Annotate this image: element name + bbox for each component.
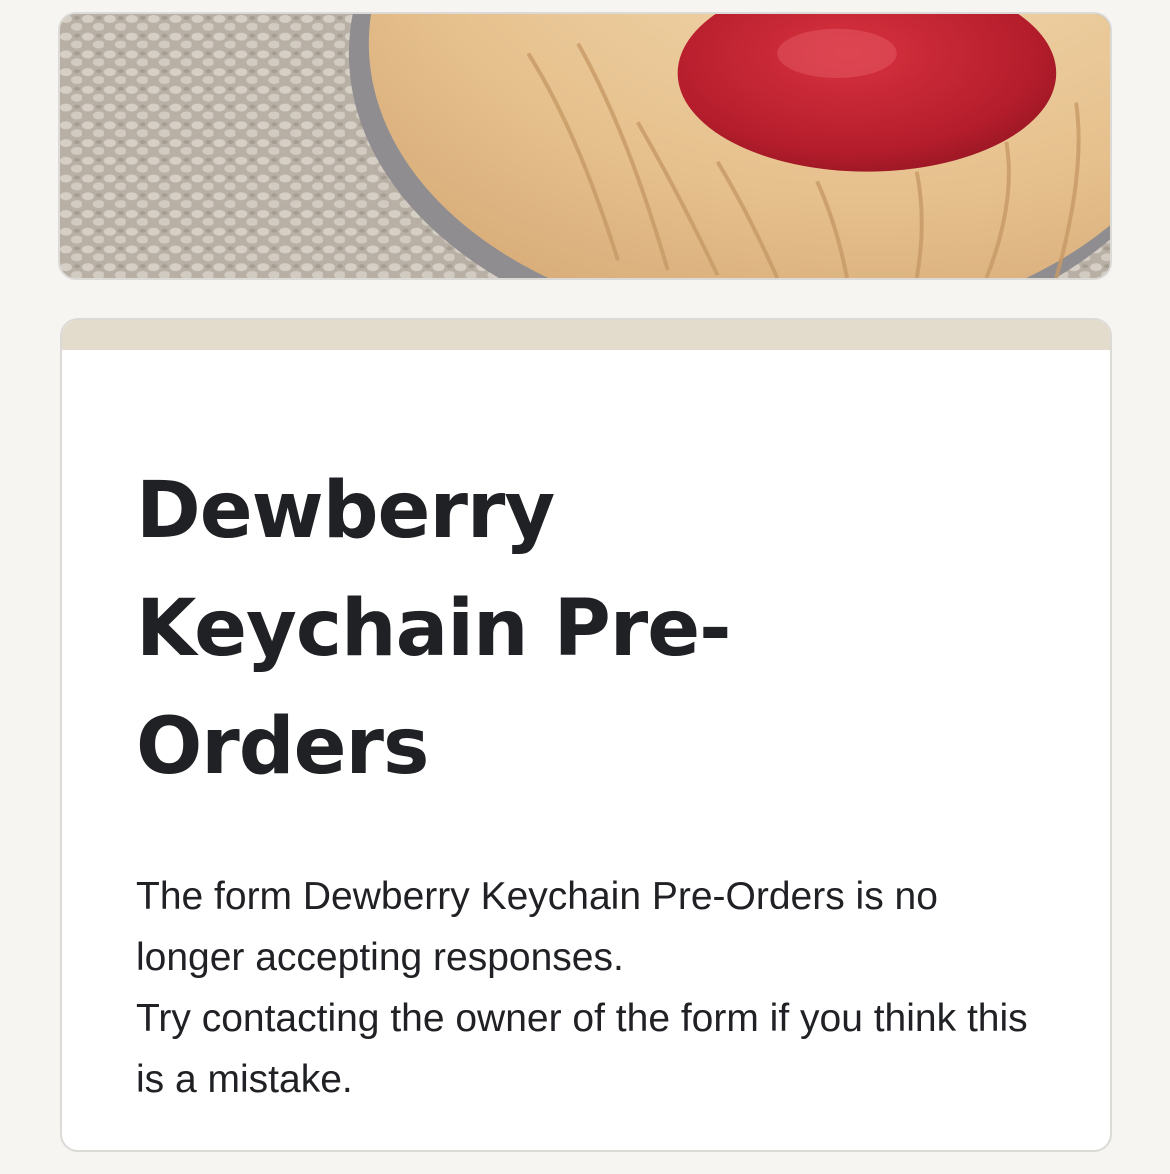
form-title: Dewberry Keychain Pre-Orders xyxy=(136,466,732,792)
contact-owner-line: Try contacting the owner of the form if … xyxy=(136,997,1028,1101)
cookie-photo xyxy=(60,14,1110,278)
card-accent-bar xyxy=(62,320,1110,350)
header-banner-image xyxy=(58,12,1112,280)
form-closed-card: Dewberry Keychain Pre-Orders The form De… xyxy=(60,318,1112,1152)
closed-message-line: The form Dewberry Keychain Pre-Orders is… xyxy=(136,875,938,979)
closed-message: The form Dewberry Keychain Pre-Orders is… xyxy=(136,866,1036,1110)
